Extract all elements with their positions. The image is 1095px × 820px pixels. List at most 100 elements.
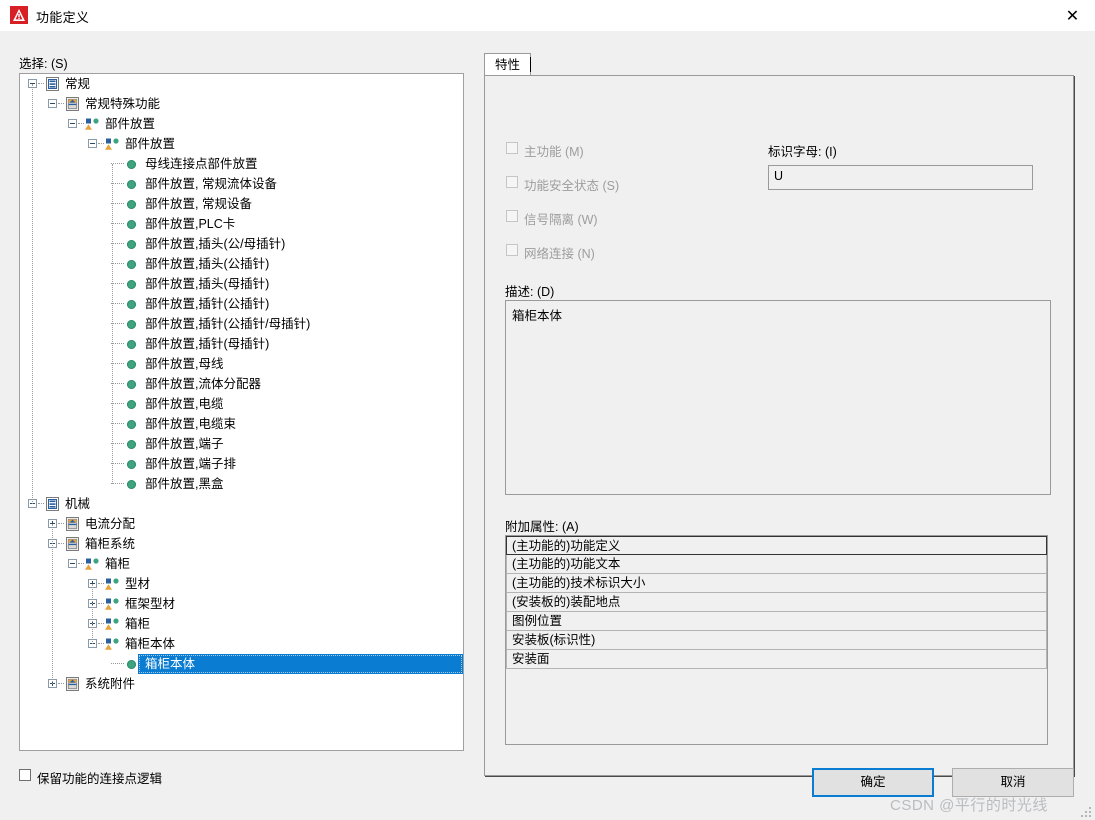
tree-connector xyxy=(98,583,104,585)
tree-toggle-minus-icon[interactable] xyxy=(88,139,97,148)
special-function-icon xyxy=(65,537,80,551)
eplan-warning-icon xyxy=(10,6,28,24)
list-item[interactable]: (主功能的)功能定义 xyxy=(506,536,1047,555)
tree-connector xyxy=(98,143,104,145)
tree-item[interactable]: 部件放置, 常规流体设备 xyxy=(20,174,463,194)
tree-item[interactable]: 机械 xyxy=(20,494,463,514)
list-item[interactable]: (主功能的)技术标识大小 xyxy=(506,574,1047,593)
tree-item[interactable]: 部件放置,插针(母插针) xyxy=(20,334,463,354)
tree-item[interactable]: 部件放置,端子 xyxy=(20,434,463,454)
tree-item[interactable]: 部件放置,插头(公插针) xyxy=(20,254,463,274)
tree-item[interactable]: 电流分配 xyxy=(20,514,463,534)
tree-item-label: 箱柜 xyxy=(125,617,151,631)
tree-connector xyxy=(98,603,104,605)
tree-toggle-minus-icon[interactable] xyxy=(48,99,57,108)
tree-item[interactable]: 部件放置,PLC卡 xyxy=(20,214,463,234)
tree-item-label: 部件放置, 常规设备 xyxy=(145,197,252,211)
tree-item[interactable]: 常规特殊功能 xyxy=(20,94,463,114)
green-dot-icon xyxy=(127,360,136,369)
tree-item[interactable]: 部件放置,插头(公/母插针) xyxy=(20,234,463,254)
tree-item[interactable]: 箱柜本体 xyxy=(20,654,463,674)
tree-item-label: 箱柜 xyxy=(105,557,131,571)
extra-properties-label: 附加属性: (A) xyxy=(505,520,579,534)
checkbox-box[interactable] xyxy=(506,142,518,154)
tree-item-label: 箱柜本体 xyxy=(125,637,176,651)
green-dot-icon xyxy=(127,280,136,289)
keep-connection-logic-label: 保留功能的连接点逻辑 xyxy=(37,772,163,786)
checkbox-label: 信号隔离 (W) xyxy=(524,213,598,227)
description-label: 描述: (D) xyxy=(505,285,555,299)
tree-item-label: 部件放置,端子排 xyxy=(145,457,236,471)
watermark: CSDN @平行的时光线 xyxy=(890,797,1048,814)
tree-item[interactable]: 部件放置,电缆 xyxy=(20,394,463,414)
tree-item[interactable]: 箱柜系统 xyxy=(20,534,463,554)
tree-connector xyxy=(112,164,113,484)
description-textarea[interactable]: 箱柜本体 xyxy=(505,300,1051,495)
tree-item-label: 部件放置, 常规流体设备 xyxy=(145,177,277,191)
close-icon[interactable]: ✕ xyxy=(1050,0,1095,31)
tree-item-label: 部件放置,母线 xyxy=(145,357,224,371)
tree-item[interactable]: 部件放置,黑盒 xyxy=(20,474,463,494)
tree-connector xyxy=(98,623,104,625)
tree-item-label: 部件放置,电缆束 xyxy=(145,417,236,431)
tree-item[interactable]: 部件放置,插针(公插针/母插针) xyxy=(20,314,463,334)
tree-item[interactable]: 部件放置, 常规设备 xyxy=(20,194,463,214)
green-dot-icon xyxy=(127,380,136,389)
tree-connector xyxy=(58,523,64,525)
tree-item[interactable]: 部件放置,插针(公插针) xyxy=(20,294,463,314)
tree-item[interactable]: 箱柜 xyxy=(20,554,463,574)
list-item[interactable]: (主功能的)功能文本 xyxy=(506,555,1047,574)
tree-item-label: 箱柜本体 xyxy=(145,657,196,671)
tree-item-label: 部件放置,插针(公插针) xyxy=(145,297,270,311)
tree-toggle-minus-icon[interactable] xyxy=(68,559,77,568)
tree-item[interactable]: 部件放置,电缆束 xyxy=(20,414,463,434)
tree-item-label: 框架型材 xyxy=(125,597,176,611)
function-definition-tree[interactable]: 常规 常规特殊功能 部件放置 部件放置 母线连接点部件放置 部件放置, 常规流体设备 部件放… xyxy=(19,73,464,751)
green-dot-icon xyxy=(127,440,136,449)
ok-button[interactable]: 确定 xyxy=(812,768,934,797)
resize-grip[interactable] xyxy=(1081,807,1091,817)
tree-item[interactable]: 常规 xyxy=(20,74,463,94)
tree-item[interactable]: 部件放置,流体分配器 xyxy=(20,374,463,394)
tree-item[interactable]: 箱柜本体 xyxy=(20,634,463,654)
checkbox-box[interactable] xyxy=(506,244,518,256)
tree-connector xyxy=(58,103,64,105)
special-function-icon xyxy=(65,677,80,691)
tree-connector xyxy=(52,524,53,684)
list-item[interactable]: (安装板的)装配地点 xyxy=(506,593,1047,612)
tree-item-label: 部件放置,流体分配器 xyxy=(145,377,261,391)
tree-connector xyxy=(38,503,44,505)
green-dot-icon xyxy=(127,660,136,669)
cancel-button[interactable]: 取消 xyxy=(952,768,1074,797)
ident-letter-input[interactable]: U xyxy=(768,165,1033,190)
list-item[interactable]: 图例位置 xyxy=(506,612,1047,631)
tree-toggle-minus-icon[interactable] xyxy=(68,119,77,128)
tab-properties[interactable]: 特性 xyxy=(484,53,532,76)
tree-item[interactable]: 型材 xyxy=(20,574,463,594)
list-item[interactable]: 安装面 xyxy=(506,650,1047,669)
tree-item-label: 型材 xyxy=(125,577,151,591)
tree-item-label: 母线连接点部件放置 xyxy=(145,157,258,171)
checkbox-box[interactable] xyxy=(506,210,518,222)
tree-item[interactable]: 部件放置,母线 xyxy=(20,354,463,374)
dialog-body: 选择: (S) 常规 常规特殊功能 部件放置 部件放置 母线连接点部件放置 部件放置, 常… xyxy=(0,31,1095,820)
tree-item[interactable]: 部件放置,端子排 xyxy=(20,454,463,474)
extra-properties-list[interactable]: (主功能的)功能定义 (主功能的)功能文本 (主功能的)技术标识大小 (安装板的)装配… xyxy=(505,535,1048,745)
tree-connector xyxy=(111,663,124,665)
checkbox-label: 主功能 (M) xyxy=(524,145,584,159)
tree-item[interactable]: 部件放置 xyxy=(20,134,463,154)
tree-item[interactable]: 母线连接点部件放置 xyxy=(20,154,463,174)
part-placement-icon xyxy=(105,577,120,591)
list-item[interactable]: 安装板(标识性) xyxy=(506,631,1047,650)
tree-item-label: 部件放置,插针(公插针/母插针) xyxy=(145,317,311,331)
tree-item-label: 部件放置,黑盒 xyxy=(145,477,224,491)
tree-item[interactable]: 箱柜 xyxy=(20,614,463,634)
green-dot-icon xyxy=(127,340,136,349)
tree-item[interactable]: 部件放置 xyxy=(20,114,463,134)
tree-item-label: 部件放置,PLC卡 xyxy=(145,217,236,231)
tree-item[interactable]: 系统附件 xyxy=(20,674,463,694)
checkbox-box[interactable] xyxy=(506,176,518,188)
tree-item[interactable]: 框架型材 xyxy=(20,594,463,614)
checkbox-box[interactable] xyxy=(19,769,31,781)
tree-item[interactable]: 部件放置,插头(母插针) xyxy=(20,274,463,294)
